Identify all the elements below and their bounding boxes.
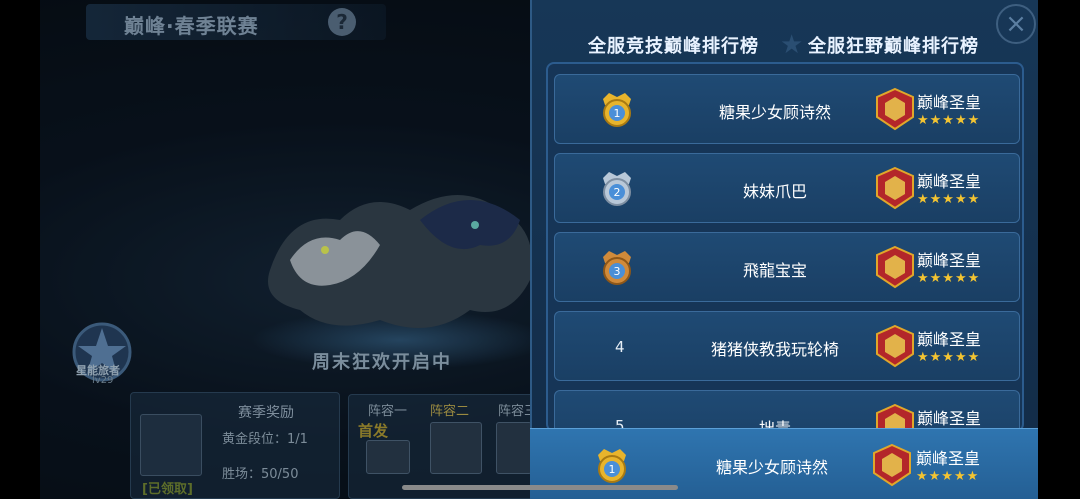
starter-label: 首发 — [358, 422, 389, 440]
gold-medal-icon: 1 — [603, 93, 631, 127]
home-indicator[interactable] — [402, 485, 678, 490]
badge-level: lv29 — [92, 375, 114, 386]
page-title: 巅峰·春季联赛 — [124, 14, 259, 38]
bronze-medal-icon: 3 — [603, 251, 631, 285]
rank-stars: ★★★★★ — [917, 350, 981, 365]
svg-text:3: 3 — [614, 265, 621, 278]
right-letterbox — [1038, 0, 1080, 499]
star-icon: ★ — [780, 30, 804, 60]
rank-emblem-icon — [876, 324, 914, 368]
tab-arena-ranking[interactable]: 全服竞技巅峰排行榜 — [588, 32, 759, 65]
rank-title: 巅峰圣皇 — [917, 330, 982, 349]
rank-title: 巅峰圣皇 — [917, 93, 982, 112]
tab-wild-ranking[interactable]: 全服狂野巅峰排行榜 — [808, 32, 979, 58]
reward-item-icon[interactable] — [140, 414, 202, 476]
rank-stars: ★★★★★ — [917, 113, 981, 128]
rank-stars: ★★★★★ — [917, 192, 981, 207]
svg-text:1: 1 — [609, 463, 616, 476]
lineup-card-3[interactable] — [496, 422, 532, 474]
reward-title: 赛季奖励 — [238, 405, 294, 421]
lineup-card-1[interactable] — [366, 440, 410, 474]
my-player-name: 糖果少女顾诗然 — [715, 458, 828, 477]
player-name: 妹妹爪巴 — [742, 182, 807, 201]
rank-title: 巅峰圣皇 — [917, 172, 982, 191]
ranking-row[interactable]: 4 猪猪侠教我玩轮椅 巅峰圣皇 ★★★★★ — [554, 311, 1020, 381]
rank-emblem-icon — [876, 166, 914, 210]
event-banner: 周末狂欢开启中 — [312, 352, 452, 373]
player-name: 猪猪侠教我玩轮椅 — [710, 340, 839, 359]
lineup-card-2[interactable] — [430, 422, 482, 474]
rank-title: 巅峰圣皇 — [917, 409, 982, 428]
silver-medal-icon: 2 — [603, 172, 631, 206]
ranking-row[interactable]: 5 拙青 巅峰圣皇 ★★★★★ — [554, 390, 1020, 430]
gold-medal-icon: 1 — [598, 449, 626, 483]
my-rank-stars: ★★★★★ — [916, 469, 980, 484]
ranking-row[interactable]: 1 糖果少女顾诗然 巅峰圣皇 ★★★★★ — [554, 74, 1020, 144]
rank-stars: ★★★★★ — [917, 271, 981, 286]
my-rank-title: 巅峰圣皇 — [916, 449, 981, 468]
svg-text:1: 1 — [614, 107, 621, 120]
svg-text:2: 2 — [614, 186, 621, 199]
ranking-row[interactable]: 2 妹妹爪巴 巅峰圣皇 ★★★★★ — [554, 153, 1020, 223]
rank-number: 4 — [615, 338, 625, 356]
rank-title: 巅峰圣皇 — [917, 251, 982, 270]
claimed-label: [已领取] — [142, 482, 193, 497]
rank-emblem-icon — [876, 87, 914, 131]
lineup-tab-2[interactable]: 阵容二 — [430, 400, 469, 419]
help-button[interactable]: ? — [328, 8, 356, 36]
rank-emblem-icon — [873, 443, 911, 487]
rank-emblem-icon — [876, 245, 914, 289]
player-name: 糖果少女顾诗然 — [718, 103, 831, 122]
ranking-row[interactable]: 3 飛龍宝宝 巅峰圣皇 ★★★★★ — [554, 232, 1020, 302]
ranking-list[interactable]: 1 糖果少女顾诗然 巅峰圣皇 ★★★★★ 2 妹妹爪巴 巅峰圣皇 ★★★★★ 3… — [546, 62, 1024, 432]
monster-illustration — [268, 195, 532, 328]
close-button[interactable]: × — [996, 4, 1036, 44]
left-letterbox — [0, 0, 40, 499]
wins-progress: 胜场：50/50 — [222, 467, 299, 482]
lineup-tab-1[interactable]: 阵容一 — [368, 400, 407, 419]
player-name: 飛龍宝宝 — [742, 261, 807, 280]
gold-rank-progress: 黄金段位：1/1 — [222, 432, 308, 447]
